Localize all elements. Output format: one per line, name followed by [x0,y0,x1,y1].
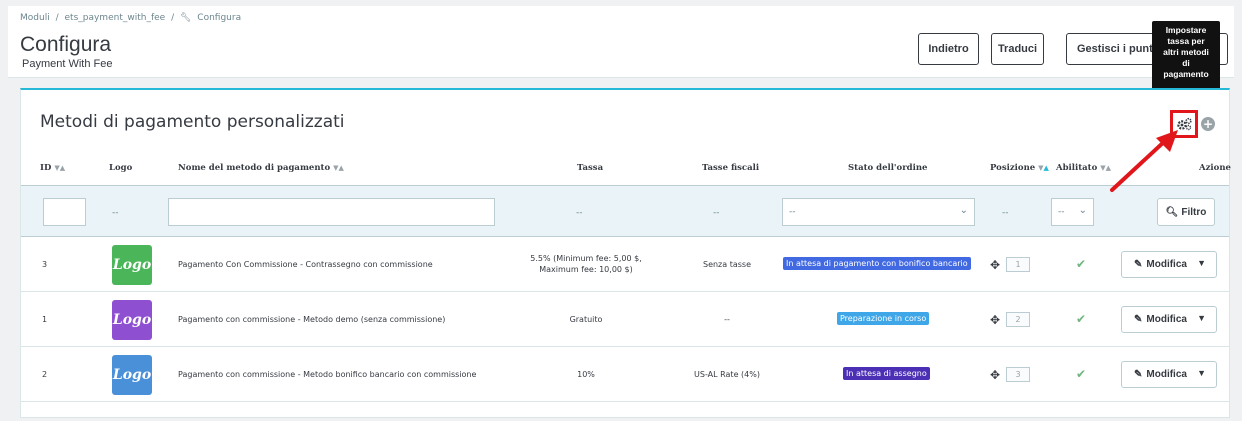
row-tax: Senza tasse [702,260,751,269]
position-value: 3 [1006,367,1031,382]
row-name: Pagamento con commissione - Metodo bonif… [178,370,477,379]
edit-button[interactable]: ✎ Modifica ▼ [1121,251,1217,278]
enabled-check-icon[interactable]: ✔ [1076,367,1086,381]
annotation-arrow [1110,130,1178,192]
breadcrumb-separator: / [171,13,175,23]
table-row: 3 Logo Pagamento Con Commissione - Contr… [21,238,1229,292]
row-id: 1 [42,315,48,324]
row-name: Pagamento con commissione - Metodo demo … [178,315,446,324]
position-control[interactable]: ✥ 1 [990,257,1031,272]
fee-filter-placeholder: -- [576,208,583,218]
drag-handle-icon[interactable]: ✥ [990,258,1000,272]
enabled-check-icon[interactable]: ✔ [1076,257,1086,271]
row-id: 2 [42,370,48,379]
caret-down-icon[interactable]: ▼ [1197,313,1206,323]
header-position[interactable]: Posizione ▼▲ [990,163,1049,173]
status-badge: In attesa di assegno [843,367,930,380]
enabled-check-icon[interactable]: ✔ [1076,312,1086,326]
page: Moduli / ets_payment_with_fee / 🔧︎ Confi… [8,6,1234,421]
payment-logo: Logo [112,355,152,395]
row-fee: Gratuito [569,315,603,324]
breadcrumb-item-module[interactable]: ets_payment_with_fee [65,13,166,23]
enabled-filter-select[interactable]: -- ⌄ [1051,198,1094,226]
status-badge: Preparazione in corso [837,312,930,325]
filter-row: -- -- -- -- ⌄ -- -- ⌄ 🔍︎ Filtro [21,185,1229,237]
header-tax: Tasse fiscali [702,163,760,173]
filter-button[interactable]: 🔍︎ Filtro [1157,198,1215,226]
position-filter-placeholder: -- [1002,208,1009,218]
page-header: Moduli / ets_payment_with_fee / 🔧︎ Confi… [8,6,1234,78]
row-tax: US-AL Rate (4%) [694,370,760,379]
breadcrumb-separator: / [55,13,59,23]
chevron-down-icon: ⌄ [959,205,968,216]
caret-down-icon[interactable]: ▼ [1197,258,1206,268]
drag-handle-icon[interactable]: ✥ [990,368,1000,382]
caret-down-icon[interactable]: ▼ [1197,368,1206,378]
status-badge: In attesa di pagamento con bonifico banc… [783,257,971,270]
breadcrumb-item-configure: Configura [197,13,242,23]
edit-button[interactable]: ✎ Modifica ▼ [1121,361,1217,388]
row-tax: -- [724,315,730,324]
chevron-down-icon: ⌄ [1078,205,1087,216]
header-enabled[interactable]: Abilitato ▼▲ [1056,163,1111,173]
pencil-icon: ✎ [1134,314,1143,325]
position-value: 1 [1006,257,1031,272]
row-fee: 10% [577,370,595,379]
name-filter-input[interactable] [168,198,495,226]
wrench-icon: 🔧︎ [179,13,192,23]
row-fee: 5.5% (Minimum fee: 5,00 $, Maximum fee: … [530,254,642,274]
row-name: Pagamento Con Commissione - Contrassegno… [178,260,433,269]
position-control[interactable]: ✥ 2 [990,312,1031,327]
header-name[interactable]: Nome del metodo di pagamento ▼▲ [178,163,344,173]
header-status: Stato dell'ordine [848,163,928,173]
payment-logo: Logo [112,245,152,285]
edit-button[interactable]: ✎ Modifica ▼ [1121,306,1217,333]
tax-filter-placeholder: -- [713,208,720,218]
translate-button[interactable]: Traduci [991,33,1044,65]
search-icon: 🔍︎ [1165,206,1179,218]
header-id[interactable]: ID ▼▲ [40,163,65,173]
position-value: 2 [1006,312,1031,327]
table-row: 1 Logo Pagamento con commissione - Metod… [21,293,1229,347]
id-filter-input[interactable] [43,198,86,226]
payment-methods-panel: Metodi di pagamento personalizzati + ID … [20,88,1231,418]
logo-filter-placeholder: -- [112,208,119,218]
row-id: 3 [42,260,48,269]
table-row: 2 Logo Pagamento con commissione - Metod… [21,348,1229,402]
pencil-icon: ✎ [1134,259,1143,270]
position-control[interactable]: ✥ 3 [990,367,1031,382]
payment-logo: Logo [112,300,152,340]
status-filter-select[interactable]: -- ⌄ [782,198,975,226]
back-button[interactable]: Indietro [918,33,979,65]
breadcrumb-item-modules[interactable]: Moduli [20,13,50,23]
pencil-icon: ✎ [1134,369,1143,380]
header-fee: Tassa [577,163,604,173]
page-subtitle: Payment With Fee [22,58,113,70]
page-title: Configura [20,33,112,56]
add-icon[interactable]: + [1201,117,1215,131]
header-action: Azione [1199,163,1231,173]
drag-handle-icon[interactable]: ✥ [990,313,1000,327]
header-logo: Logo [109,163,133,173]
breadcrumb: Moduli / ets_payment_with_fee / 🔧︎ Confi… [20,13,244,23]
panel-title: Metodi di pagamento personalizzati [40,112,345,132]
